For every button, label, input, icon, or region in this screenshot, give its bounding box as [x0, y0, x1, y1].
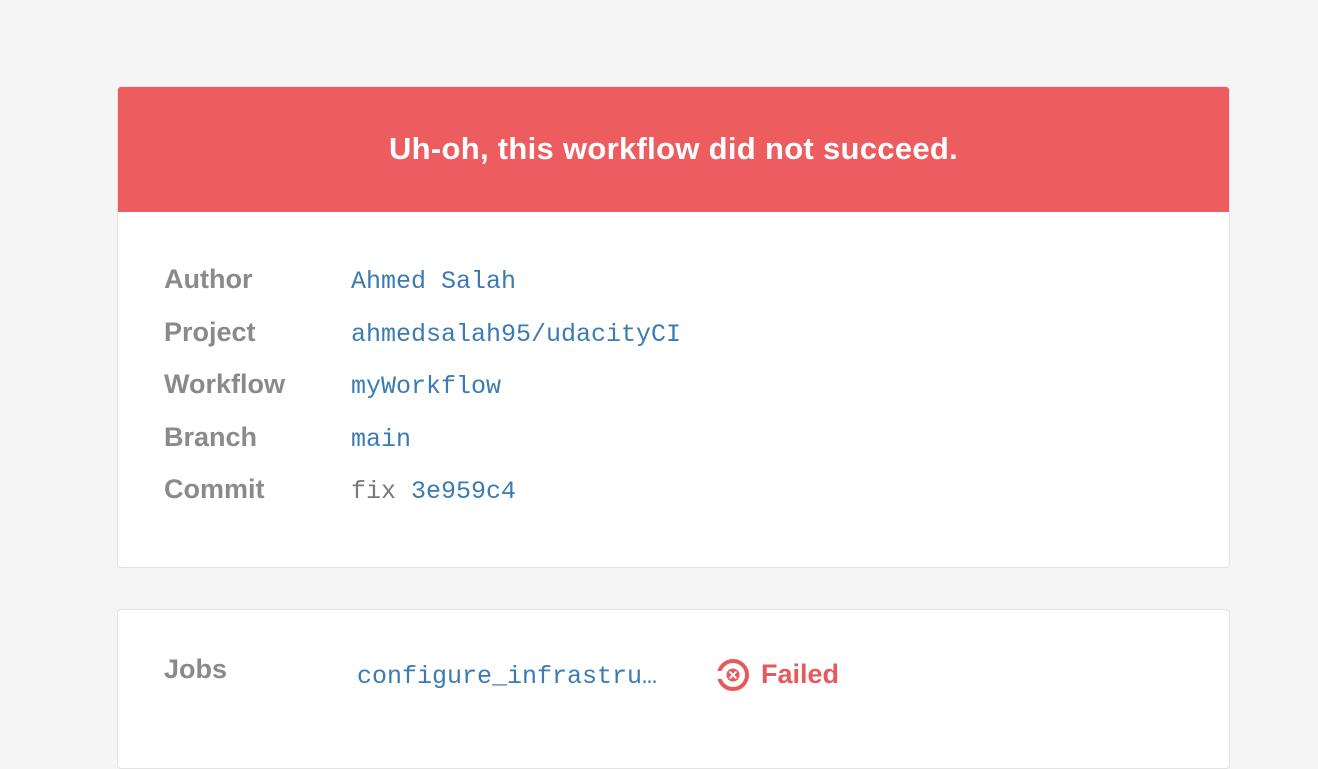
commit-message: fix — [351, 477, 397, 506]
job-status[interactable]: Failed — [717, 658, 840, 691]
project-row: Project ahmedsalah95/udacityCI — [164, 317, 681, 370]
jobs-label: Jobs — [164, 654, 228, 684]
branch-label: Branch — [164, 421, 258, 452]
branch-row: Branch main — [164, 422, 681, 475]
jobs-row: Jobs configure_infrastru… Failed — [164, 654, 840, 691]
project-label: Project — [164, 316, 256, 347]
commit-row: Commit fix 3e959c4 — [164, 474, 681, 527]
job-name-link[interactable]: configure_infrastru… — [357, 662, 693, 691]
jobs-card: Jobs configure_infrastru… Failed — [117, 609, 1230, 769]
author-link[interactable]: Ahmed Salah — [351, 267, 516, 296]
workflow-details: Author Ahmed Salah Project ahmedsalah95/… — [164, 264, 681, 527]
author-row: Author Ahmed Salah — [164, 264, 681, 317]
job-status-label: Failed — [761, 659, 840, 689]
failed-circle-icon — [717, 658, 749, 691]
commit-label: Commit — [164, 474, 265, 504]
workflow-row: Workflow myWorkflow — [164, 369, 681, 422]
commit-sha-link[interactable]: 3e959c4 — [411, 477, 516, 506]
project-link[interactable]: ahmedsalah95/udacityCI — [351, 320, 681, 349]
failure-banner: Uh-oh, this workflow did not succeed. — [118, 87, 1229, 212]
banner-title: Uh-oh, this workflow did not succeed. — [388, 130, 959, 166]
workflow-label: Workflow — [164, 369, 285, 399]
author-label: Author — [164, 264, 253, 294]
workflow-link[interactable]: myWorkflow — [351, 372, 501, 401]
workflow-summary-card: Uh-oh, this workflow did not succeed. Au… — [117, 86, 1230, 568]
commit-value: fix 3e959c4 — [351, 477, 516, 506]
branch-link[interactable]: main — [351, 425, 411, 454]
